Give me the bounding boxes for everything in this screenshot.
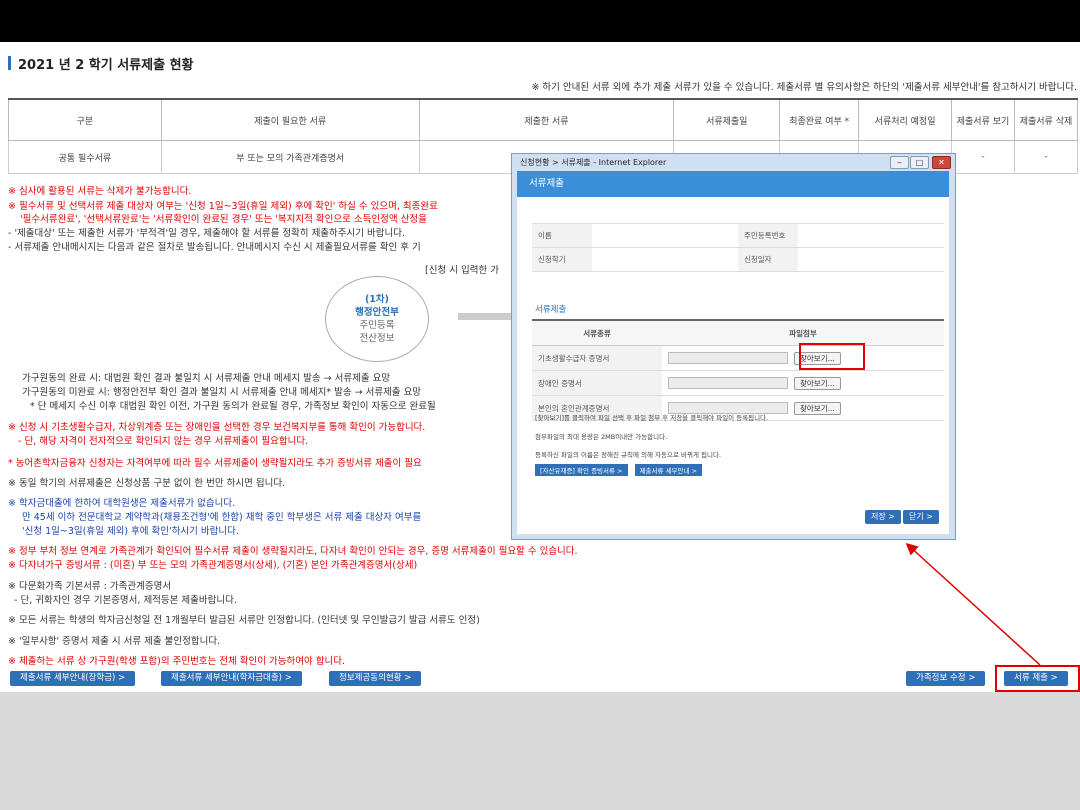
- file-path-input[interactable]: [668, 377, 788, 389]
- upload-table: 서류종류 파일첨부 기초생활수급자 증명서 찾아보기... 장애인 증명서 찾아…: [532, 319, 944, 421]
- family-info-edit-button[interactable]: 가족정보 수정 >: [906, 671, 986, 686]
- upload-row: 장애인 증명서 찾아보기...: [532, 370, 944, 396]
- window-title: 신청현황 > 서류제출 - Internet Explorer: [520, 158, 667, 167]
- note-line: '신청 1일~3일(휴일 제외) 후에 확인'하시기 바랍니다.: [22, 526, 239, 537]
- save-button[interactable]: 저장 >: [865, 510, 901, 524]
- highlight-box: [799, 343, 865, 370]
- cell-doc: 부 또는 모의 가족관계증명서: [160, 140, 420, 174]
- upload-doc-name: 장애인 증명서: [532, 370, 662, 396]
- note-line: '필수서류완료', '선택서류완료'는 '서류확인이 완료된 경우' 또는 '복…: [20, 214, 427, 225]
- popup-note: 첨부파일의 최대 용량은 2MB이내만 가능합니다.: [535, 433, 668, 441]
- browse-button[interactable]: 찾아보기...: [794, 376, 841, 390]
- col-header: 최종완료 여부 *: [779, 98, 860, 141]
- upload-col-header: 서류종류: [532, 319, 662, 346]
- note-line: - 서류제출 안내메시지는 다음과 같은 절차로 발송됩니다. 안내메시지 수신…: [8, 242, 421, 253]
- note-line: - '제출대상' 또는 제출한 서류가 '부적격'일 경우, 제출해야 할 서류…: [8, 228, 406, 239]
- note-line: ※ 신청 시 기초생활수급자, 차상위계층 또는 장애인을 선택한 경우 보건복…: [8, 422, 426, 433]
- guide-scholarship-button[interactable]: 제출서류 세부안내(장학금) >: [10, 671, 136, 686]
- doc-guide-link[interactable]: 제출서류 세부안내 >: [634, 464, 702, 476]
- minimize-button[interactable]: ‒: [890, 156, 909, 169]
- upload-doc-name: 기초생활수급자 증명서: [532, 345, 662, 371]
- circle-line-1: (1차): [364, 294, 390, 305]
- info-label-name: 이름: [532, 223, 593, 248]
- page-title: 2021 년 2 학기 서류제출 현황: [18, 58, 194, 73]
- cell-category: 공통 필수서류: [8, 140, 162, 174]
- col-header: 제출한 서류: [418, 98, 675, 141]
- info-label-semester: 신청학기: [532, 247, 593, 272]
- note-line: ※ 모든 서류는 학생의 학자금신청일 전 1개월부터 발급된 서류만 인정합니…: [8, 615, 480, 626]
- browse-button[interactable]: 찾아보기...: [794, 401, 841, 415]
- close-window-button[interactable]: ✕: [932, 156, 951, 169]
- file-path-input[interactable]: [668, 352, 788, 364]
- popup-header: 서류제출: [517, 171, 949, 197]
- popup-window: 신청현황 > 서류제출 - Internet Explorer ‒ □ ✕ 서류…: [511, 153, 956, 540]
- col-header: 구분: [8, 98, 162, 141]
- notice-text: ※ 하기 안내된 서류 외에 추가 제출 서류가 있을 수 있습니다. 제출서류…: [531, 82, 1077, 93]
- note-line: ※ 정부 부처 정보 연계로 가족관계가 확인되어 필수서류 제출이 생략될지라…: [8, 546, 578, 557]
- circle-line-3: 주민등록: [359, 320, 395, 331]
- note-line: 가구원동의 완료 시: 대법원 확인 결과 불일치 시 서류제출 안내 메세지 …: [22, 373, 391, 384]
- upload-row: 기초생활수급자 증명서 찾아보기...: [532, 345, 944, 371]
- info-value-name: [592, 223, 738, 248]
- note-line: ※ 동일 학기의 서류제출은 신청상품 구분 없이 한 번만 하시면 됩니다.: [8, 478, 286, 489]
- guide-loan-button[interactable]: 제출서류 세부안내(학자금대출) >: [161, 671, 302, 686]
- applicant-info-table: 이름 주민등록번호 신청학기 신청일자: [532, 223, 944, 272]
- note-line: ※ 학자금대출에 한하여 대학원생은 제출서류가 없습니다.: [8, 498, 236, 509]
- note-line: ※ 심사에 활용된 서류는 삭제가 불가능합니다.: [8, 186, 192, 197]
- note-line: ※ 제출하는 서류 상 가구원(학생 포함)의 주민번호는 전체 확인이 가능하…: [8, 656, 346, 667]
- col-header: 제출이 필요한 서류: [160, 98, 420, 141]
- consent-status-button[interactable]: 정보제공동의현황 >: [329, 671, 422, 686]
- popup-body: 서류제출 이름 주민등록번호 신청학기 신청일자 서류제출 서류종류 파일첨부: [517, 171, 949, 534]
- note-line: ※ 필수서류 및 선택서류 제출 대상자 여부는 '신청 1일~3일(휴일 제외…: [8, 201, 438, 212]
- info-value-semester: [592, 247, 738, 272]
- note-line: - 단, 해당 자격이 전자적으로 확인되지 않는 경우 서류제출이 필요합니다…: [18, 436, 309, 447]
- note-line: ※ 다문화가족 기본서류 : 가족관계증명서: [8, 581, 172, 592]
- col-header: 제출서류 삭제: [1013, 98, 1079, 141]
- flow-label: [신청 시 입력한 가: [425, 265, 499, 276]
- col-header: 서류제출일: [673, 98, 781, 141]
- col-header: 제출서류 보기: [951, 98, 1015, 141]
- upload-col-header: 파일첨부: [662, 319, 944, 346]
- flow-circle: (1차) 행정안전부 주민등록 전산정보: [325, 276, 429, 362]
- info-value-rrn: [798, 223, 944, 248]
- note-line: * 농어촌학자금융자 신청자는 자격여부에 따라 필수 서류제출이 생략될지라도…: [8, 458, 422, 469]
- top-black-bar: [0, 0, 1080, 42]
- flow-arrow: [458, 313, 512, 320]
- note-line: 가구원동의 미완료 시: 행정안전부 확인 결과 불일치 시 서류제출 안내 메…: [22, 387, 422, 398]
- info-value-date: [798, 247, 944, 272]
- note-line: ※ 다자녀가구 증빙서류 : (미혼) 부 또는 모의 가족관계증명서(상세),…: [8, 560, 418, 571]
- maximize-button[interactable]: □: [910, 156, 929, 169]
- cell-view[interactable]: -: [951, 140, 1015, 174]
- popup-header-title: 서류제출: [529, 178, 564, 189]
- popup-note: [찾아보기]를 클릭하여 파일 선택 후 파일 첨부 후 저장을 클릭해야 파일…: [535, 414, 769, 422]
- cell-delete[interactable]: -: [1013, 140, 1079, 174]
- note-line: 만 45세 이하 전문대학교 계약학과(채용조건형'에 한함) 재학 중인 학부…: [22, 512, 422, 523]
- circle-line-2: 행정안전부: [355, 307, 399, 318]
- circle-line-4: 전산정보: [359, 333, 395, 344]
- note-line: ※ '일부사항' 증명서 제출 시 서류 제출 불인정합니다.: [8, 636, 221, 647]
- close-button[interactable]: 닫기 >: [903, 510, 939, 524]
- title-accent-bar: [8, 56, 11, 70]
- info-label-date: 신청일자: [737, 247, 799, 272]
- popup-note: 등록하신 파일의 이름은 정해진 규칙에 의해 자동으로 바뀌게 됩니다.: [535, 451, 722, 459]
- info-label-rrn: 주민등록번호: [737, 223, 799, 248]
- note-line: - 단, 귀화자인 경우 기본증명서, 제적등본 제출바랍니다.: [14, 595, 237, 606]
- asset-proof-link[interactable]: [자산유재증] 확인 증빙서류 >: [535, 464, 628, 476]
- table-header-row: 구분 제출이 필요한 서류 제출한 서류 서류제출일 최종완료 여부 * 서류처…: [8, 98, 1079, 141]
- note-line: * 단 메세지 수신 이후 대법원 확인 이전, 가구원 동의가 완료될 경우,…: [30, 401, 436, 412]
- upload-section-title: 서류제출: [535, 305, 567, 315]
- col-header: 서류처리 예정일: [858, 98, 953, 141]
- highlight-box: [995, 665, 1080, 692]
